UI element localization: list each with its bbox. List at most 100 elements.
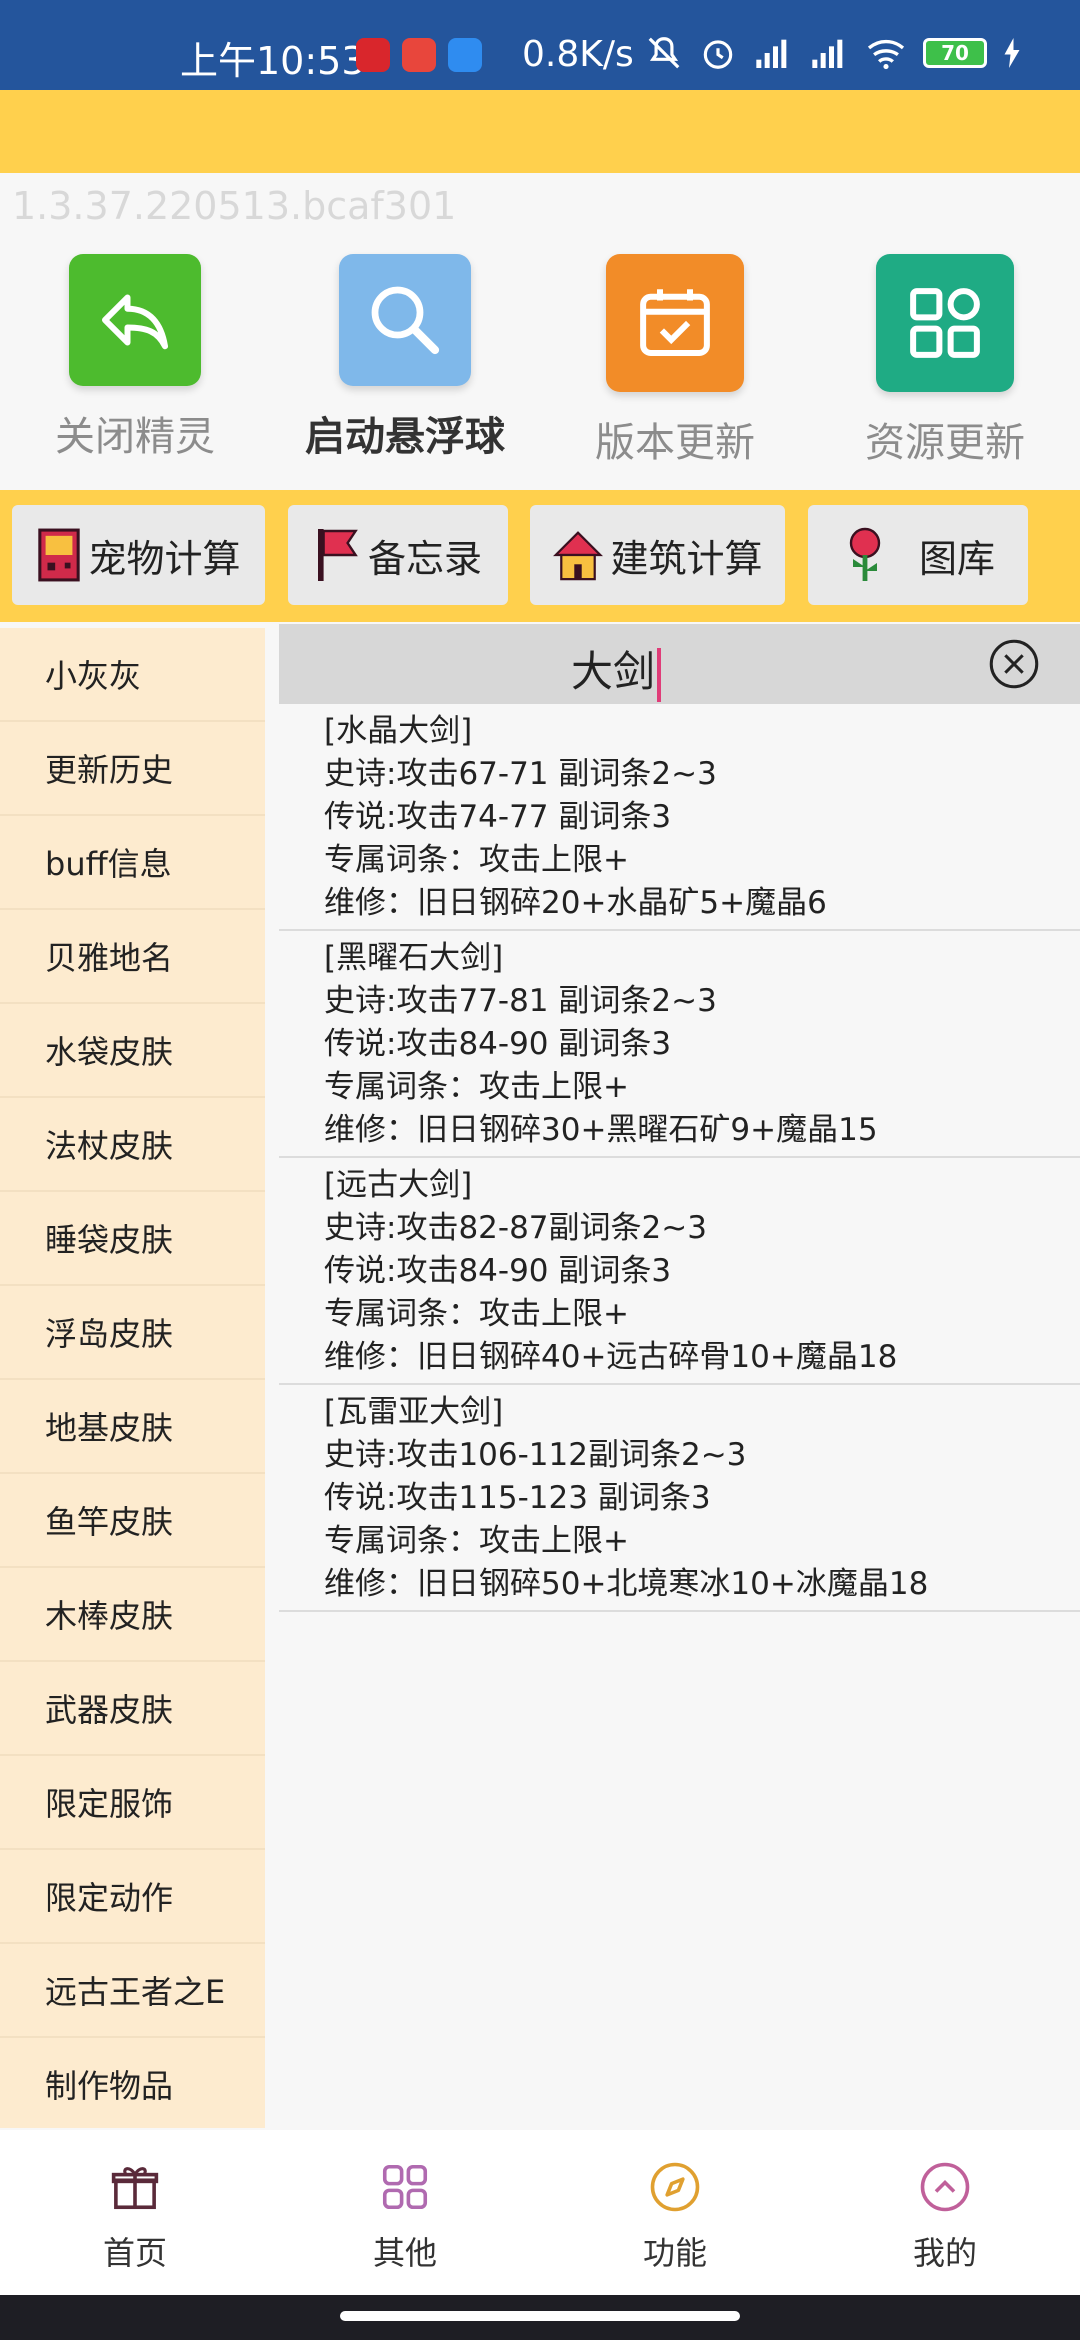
result-line: 维修：旧日钢碎30+黑曜石矿9+魔晶15 <box>324 1112 878 1148</box>
sidebar-item[interactable]: 远古王者之E <box>0 1944 265 2038</box>
top-icon-label: 关闭精灵 <box>55 414 215 460</box>
result-title: [黑曜石大剑] <box>324 940 504 976</box>
result-line: 史诗:攻击82-87副词条2~3 <box>324 1210 707 1246</box>
charging-icon <box>1004 38 1020 68</box>
text-caret <box>657 647 662 702</box>
sidebar-item[interactable]: 睡袋皮肤 <box>0 1192 265 1286</box>
gallery-button[interactable]: 图库 <box>808 505 1028 605</box>
result-line: 史诗:攻击67-71 副词条2~3 <box>324 756 717 792</box>
result-line: 维修：旧日钢碎20+水晶矿5+魔晶6 <box>324 885 827 921</box>
chevron-up-circle-icon <box>920 2162 970 2212</box>
top-icon-label: 启动悬浮球 <box>305 414 505 460</box>
app-header <box>0 90 1080 173</box>
sidebar-item[interactable]: 更新历史 <box>0 722 265 816</box>
status-notification-icons <box>356 38 482 72</box>
sidebar-item[interactable]: 鱼竿皮肤 <box>0 1474 265 1568</box>
gift-icon <box>111 2167 159 2210</box>
version-update-button[interactable]: 版本更新 <box>540 254 810 468</box>
start-float-ball-button[interactable]: 启动悬浮球 <box>270 254 540 462</box>
result-line: 传说:攻击84-90 副词条3 <box>324 1026 672 1062</box>
compass-icon <box>650 2162 700 2212</box>
result-line: 专属词条：攻击上限+ <box>324 842 629 878</box>
grid-icon <box>876 254 1014 392</box>
sidebar-item[interactable]: 木棒皮肤 <box>0 1568 265 1662</box>
version-text: 1.3.37.220513.bcaf301 <box>12 184 457 228</box>
category-sidebar: 小灰灰 更新历史 buff信息 贝雅地名 水袋皮肤 法杖皮肤 睡袋皮肤 浮岛皮肤… <box>0 628 265 2132</box>
nav-label: 首页 <box>102 2234 167 2272</box>
status-time: 上午10:53 <box>180 39 366 83</box>
nav-mine[interactable]: 我的 <box>810 2160 1080 2274</box>
sidebar-item[interactable]: 贝雅地名 <box>0 910 265 1004</box>
result-item[interactable]: [水晶大剑] 史诗:攻击67-71 副词条2~3 传说:攻击74-77 副词条3… <box>279 704 1080 931</box>
search-input[interactable]: 大剑 <box>279 624 1080 704</box>
flag-icon <box>317 529 358 581</box>
clear-search-icon[interactable] <box>988 638 1040 690</box>
toutiao-app-icon <box>402 38 436 72</box>
result-title: [远古大剑] <box>324 1167 473 1203</box>
sidebar-item[interactable]: 制作物品 <box>0 2038 265 2132</box>
tool-label: 备忘录 <box>367 536 482 581</box>
calendar-check-icon <box>606 254 744 392</box>
result-item[interactable]: [瓦雷亚大剑] 史诗:攻击106-112副词条2~3 传说:攻击115-123 … <box>279 1385 1080 1612</box>
result-line: 传说:攻击84-90 副词条3 <box>324 1253 672 1289</box>
sidebar-item[interactable]: 法杖皮肤 <box>0 1098 265 1192</box>
result-line: 传说:攻击74-77 副词条3 <box>324 799 672 835</box>
sidebar-item[interactable]: 浮岛皮肤 <box>0 1286 265 1380</box>
tool-label: 建筑计算 <box>610 536 763 581</box>
gameboy-icon <box>38 528 81 582</box>
sidebar-item[interactable]: buff信息 <box>0 816 265 910</box>
bottom-navigation: 首页 其他 功能 我的 <box>0 2130 1080 2295</box>
signal-icon <box>812 39 843 68</box>
nav-other[interactable]: 其他 <box>270 2160 540 2274</box>
alarm-icon <box>703 40 733 69</box>
result-line: 维修：旧日钢碎40+远古碎骨10+魔晶18 <box>324 1339 898 1375</box>
nav-label: 其他 <box>372 2234 437 2272</box>
tool-bar: 宠物计算 备忘录 建筑计算 图库 <box>0 490 1080 622</box>
status-bar: 上午10:53 0.8K/s 70 <box>0 0 1080 90</box>
memo-button[interactable]: 备忘录 <box>288 505 508 605</box>
pet-calc-button[interactable]: 宠物计算 <box>12 505 265 605</box>
home-indicator[interactable] <box>340 2311 740 2321</box>
sidebar-item[interactable]: 武器皮肤 <box>0 1662 265 1756</box>
grid-icon <box>382 2164 428 2210</box>
result-line: 专属词条：攻击上限+ <box>324 1296 629 1332</box>
search-value: 大剑 <box>571 647 656 696</box>
nav-function[interactable]: 功能 <box>540 2160 810 2274</box>
result-item[interactable]: [黑曜石大剑] 史诗:攻击77-81 副词条2~3 传说:攻击84-90 副词条… <box>279 931 1080 1158</box>
nav-home[interactable]: 首页 <box>0 2160 270 2274</box>
resource-update-button[interactable]: 资源更新 <box>810 254 1080 468</box>
search-icon <box>339 254 471 386</box>
building-calc-button[interactable]: 建筑计算 <box>530 505 785 605</box>
result-line: 专属词条：攻击上限+ <box>324 1523 629 1559</box>
house-icon <box>553 531 604 581</box>
network-speed: 0.8K/s <box>522 34 634 75</box>
battery-icon: 70 <box>923 38 987 68</box>
sidebar-item[interactable]: 水袋皮肤 <box>0 1004 265 1098</box>
sidebar-item[interactable]: 小灰灰 <box>0 628 265 722</box>
sidebar-item[interactable]: 限定服饰 <box>0 1756 265 1850</box>
result-line: 专属词条：攻击上限+ <box>324 1069 629 1105</box>
close-sprite-button[interactable]: 关闭精灵 <box>0 254 270 462</box>
search-results-list: [水晶大剑] 史诗:攻击67-71 副词条2~3 传说:攻击74-77 副词条3… <box>279 704 1080 1612</box>
result-line: 史诗:攻击77-81 副词条2~3 <box>324 983 717 1019</box>
wifi-icon <box>867 39 905 70</box>
nav-label: 功能 <box>642 2234 707 2272</box>
sidebar-item[interactable]: 限定动作 <box>0 1850 265 1944</box>
sidebar-item[interactable]: 地基皮肤 <box>0 1380 265 1474</box>
result-line: 传说:攻击115-123 副词条3 <box>324 1480 711 1516</box>
flower-icon <box>849 527 881 581</box>
tool-label: 图库 <box>918 536 995 581</box>
tool-label: 宠物计算 <box>88 536 241 581</box>
message-app-icon <box>448 38 482 72</box>
reply-arrow-icon <box>69 254 201 386</box>
result-title: [瓦雷亚大剑] <box>324 1394 504 1430</box>
mute-icon <box>648 37 680 69</box>
top-icon-label: 版本更新 <box>595 420 755 466</box>
nav-label: 我的 <box>912 2234 977 2272</box>
news-app-icon <box>356 38 390 72</box>
result-item[interactable]: [远古大剑] 史诗:攻击82-87副词条2~3 传说:攻击84-90 副词条3 … <box>279 1158 1080 1385</box>
result-line: 史诗:攻击106-112副词条2~3 <box>324 1437 747 1473</box>
status-system-icons: 70 <box>645 34 1021 72</box>
signal-icon <box>756 39 787 68</box>
top-icon-label: 资源更新 <box>865 420 1025 466</box>
